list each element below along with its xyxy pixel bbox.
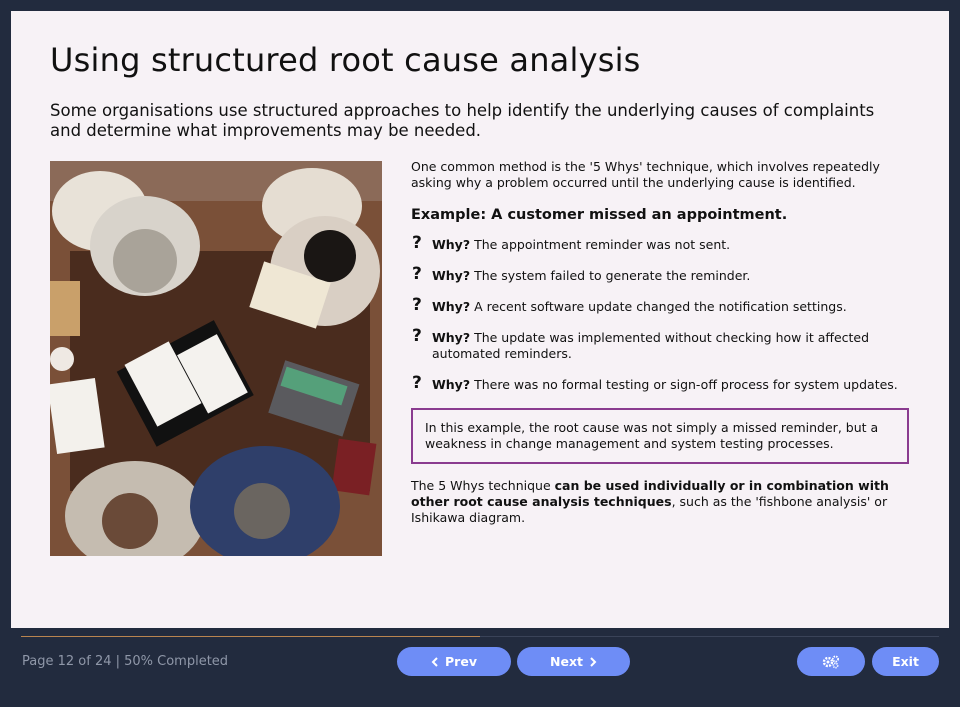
why-label: Why? (432, 377, 471, 392)
question-mark-icon: ? (412, 326, 422, 346)
prev-label: Prev (445, 654, 477, 669)
progress-track (21, 636, 939, 637)
content-column: One common method is the '5 Whys' techni… (411, 159, 911, 526)
gear-icon (822, 655, 839, 669)
slide-panel: Using structured root cause analysis Som… (11, 11, 949, 628)
list-item: ? Why? The system failed to generate the… (411, 264, 911, 284)
why-label: Why? (432, 237, 471, 252)
chevron-left-icon (431, 656, 438, 667)
why-text: A recent software update changed the not… (474, 299, 847, 314)
why-text: The system failed to generate the remind… (474, 268, 751, 283)
page-title: Using structured root cause analysis (50, 41, 641, 79)
outro-text: The 5 Whys technique can be used individ… (411, 478, 911, 526)
why-text: The appointment reminder was not sent. (474, 237, 731, 252)
method-text: One common method is the '5 Whys' techni… (411, 159, 880, 190)
question-mark-icon: ? (412, 233, 422, 253)
why-list: ? Why? The appointment reminder was not … (411, 233, 911, 393)
team-meeting-photo (50, 161, 382, 556)
why-label: Why? (432, 330, 471, 345)
settings-button[interactable] (797, 647, 865, 676)
why-text: The update was implemented without check… (432, 330, 870, 361)
why-text: There was no formal testing or sign-off … (474, 377, 898, 392)
why-label: Why? (432, 299, 471, 314)
list-item: ? Why? A recent software update changed … (411, 295, 911, 315)
list-item: ? Why? The appointment reminder was not … (411, 233, 911, 253)
list-item: ? Why? There was no formal testing or si… (411, 373, 911, 393)
page-status: Page 12 of 24 | 50% Completed (22, 654, 229, 669)
chevron-right-icon (590, 656, 597, 667)
next-button[interactable]: Next (517, 647, 630, 676)
example-heading: Example: A customer missed an appointmen… (411, 207, 788, 223)
next-label: Next (550, 654, 583, 669)
exit-button[interactable]: Exit (872, 647, 939, 676)
list-item: ? Why? The update was implemented withou… (411, 326, 911, 362)
question-mark-icon: ? (412, 373, 422, 393)
root-cause-callout: In this example, the root cause was not … (411, 408, 909, 464)
progress-fill (21, 636, 480, 637)
prev-button[interactable]: Prev (397, 647, 511, 676)
exit-label: Exit (892, 654, 919, 669)
intro-text: Some organisations use structured approa… (50, 101, 875, 140)
question-mark-icon: ? (412, 264, 422, 284)
outro-part1: The 5 Whys technique (411, 478, 555, 493)
question-mark-icon: ? (412, 295, 422, 315)
why-label: Why? (432, 268, 471, 283)
